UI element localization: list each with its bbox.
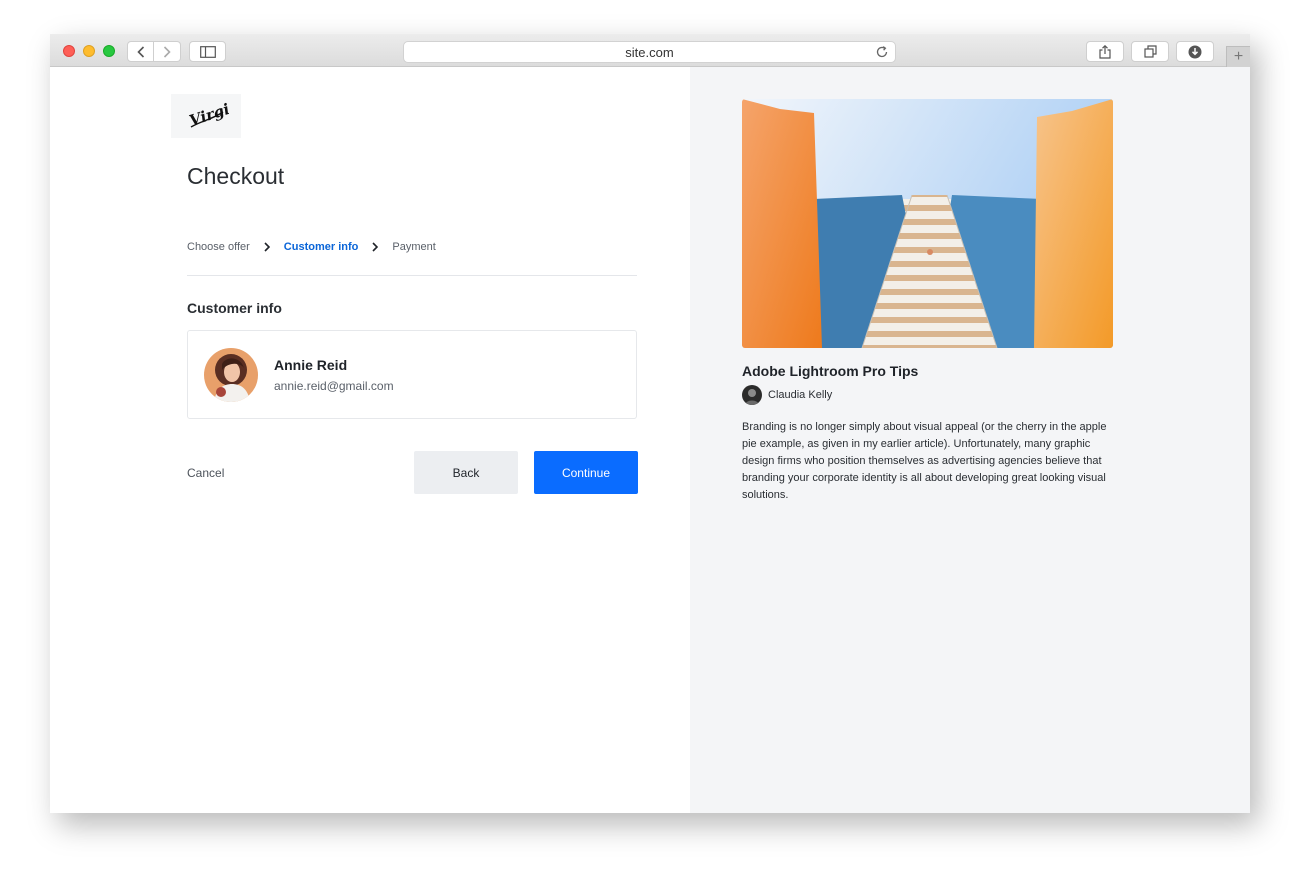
back-nav-button[interactable] (127, 41, 154, 62)
section-divider (187, 275, 637, 276)
article-author: Claudia Kelly (742, 385, 832, 405)
close-window-button[interactable] (63, 45, 75, 57)
minimize-window-button[interactable] (83, 45, 95, 57)
section-title: Customer info (187, 300, 282, 316)
sidebar-toggle-button[interactable] (189, 41, 226, 62)
navigation-buttons (127, 41, 181, 62)
article-pane: Adobe Lightroom Pro Tips Claudia Kelly B… (690, 67, 1250, 813)
checkout-breadcrumb: Choose offer Customer info Payment (187, 241, 436, 253)
address-bar[interactable]: site.com (403, 41, 896, 63)
page-content: Virgin Checkout Choose offer Customer in… (50, 67, 1250, 813)
svg-text:Virgin: Virgin (187, 97, 229, 130)
article-title[interactable]: Adobe Lightroom Pro Tips (742, 363, 918, 379)
customer-email: annie.reid@gmail.com (274, 379, 394, 393)
back-button[interactable]: Back (414, 451, 518, 494)
author-avatar (742, 385, 762, 405)
forward-nav-button[interactable] (154, 41, 181, 62)
chevron-left-icon (136, 45, 144, 58)
breadcrumb-step-choose-offer[interactable]: Choose offer (187, 241, 250, 253)
share-button[interactable] (1086, 41, 1124, 62)
browser-window: site.com + Virgin Checkout Choose offer … (50, 34, 1250, 813)
reload-icon[interactable] (875, 45, 889, 59)
customer-name: Annie Reid (274, 357, 348, 373)
tabs-overview-button[interactable] (1131, 41, 1169, 62)
article-body: Branding is no longer simply about visua… (742, 421, 1107, 501)
browser-toolbar: site.com + (50, 34, 1250, 67)
page-title: Checkout (187, 163, 285, 189)
chevron-right-icon (264, 242, 270, 252)
customer-card[interactable]: Annie Reid annie.reid@gmail.com (187, 330, 637, 419)
download-icon (1188, 45, 1202, 58)
chevron-right-icon (163, 45, 171, 58)
continue-button[interactable]: Continue (534, 451, 638, 494)
author-name: Claudia Kelly (768, 389, 833, 401)
brand-logo[interactable]: Virgin (171, 94, 241, 138)
plus-icon: + (1233, 48, 1244, 65)
zoom-window-button[interactable] (103, 45, 115, 57)
chevron-right-icon (372, 242, 379, 252)
share-icon (1099, 44, 1111, 59)
cancel-link[interactable]: Cancel (187, 466, 224, 480)
breadcrumb-step-payment[interactable]: Payment (392, 241, 435, 253)
checkout-pane: Virgin Checkout Choose offer Customer in… (50, 67, 690, 813)
sidebar-icon (199, 45, 216, 58)
downloads-button[interactable] (1176, 41, 1214, 62)
customer-avatar (204, 348, 258, 402)
new-tab-button[interactable]: + (1226, 46, 1250, 67)
virgin-logo-icon: Virgin (187, 97, 229, 130)
breadcrumb-step-customer-info[interactable]: Customer info (284, 241, 359, 253)
address-url: site.com (625, 44, 674, 60)
article-hero-image[interactable] (742, 99, 1113, 348)
tabs-icon (1143, 45, 1157, 58)
